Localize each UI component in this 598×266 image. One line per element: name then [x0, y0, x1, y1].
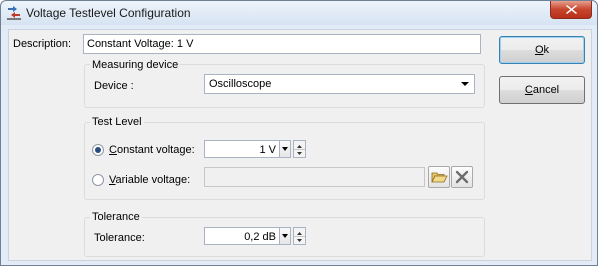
constant-voltage-input[interactable]: 1 V — [204, 140, 280, 158]
device-select-value: Oscilloscope — [209, 78, 272, 90]
radio-selected-dot — [95, 147, 101, 153]
constant-voltage-unit-dropdown[interactable] — [279, 140, 291, 158]
ok-button[interactable]: Ok — [499, 36, 585, 64]
folder-open-icon — [431, 172, 448, 183]
constant-voltage-label[interactable]: Constant voltage: — [109, 144, 195, 156]
tolerance-value: 0,2 dB — [244, 231, 276, 243]
voltage-testlevel-app-icon — [6, 5, 22, 21]
description-label: Description: — [13, 38, 72, 50]
constant-voltage-spinner[interactable] — [293, 140, 306, 158]
variable-voltage-input[interactable] — [204, 167, 425, 187]
tolerance-label: Tolerance: — [94, 232, 145, 244]
dialog-window: Voltage Testlevel Configuration Descript… — [0, 0, 598, 266]
variable-voltage-label[interactable]: Variable voltage: — [109, 174, 190, 186]
dialog-client-area: Description: Constant Voltage: 1 V Measu… — [8, 29, 592, 261]
device-label: Device : — [94, 80, 134, 92]
tolerance-unit-dropdown[interactable] — [279, 227, 291, 245]
variable-voltage-radio[interactable] — [92, 174, 104, 186]
device-select[interactable]: Oscilloscope — [204, 74, 475, 94]
constant-voltage-value: 1 V — [259, 144, 276, 156]
window-title: Voltage Testlevel Configuration — [26, 6, 191, 20]
spin-down-icon[interactable] — [294, 236, 305, 244]
tolerance-spinner[interactable] — [293, 227, 306, 245]
test-level-group-title: Test Level — [90, 116, 144, 128]
open-file-button[interactable] — [428, 166, 450, 188]
title-bar[interactable]: Voltage Testlevel Configuration — [1, 1, 597, 25]
delete-x-icon — [455, 170, 469, 184]
chevron-down-icon — [282, 147, 288, 151]
chevron-down-icon — [458, 77, 472, 91]
close-icon — [566, 5, 577, 14]
test-level-group — [84, 122, 485, 200]
clear-button[interactable] — [451, 166, 473, 188]
chevron-down-icon — [282, 234, 288, 238]
cancel-button[interactable]: Cancel — [499, 76, 585, 104]
close-button[interactable] — [550, 1, 592, 19]
measuring-device-group-title: Measuring device — [90, 59, 181, 71]
constant-voltage-radio[interactable] — [92, 144, 104, 156]
description-input[interactable]: Constant Voltage: 1 V — [83, 34, 481, 54]
tolerance-group-title: Tolerance — [90, 211, 142, 223]
tolerance-input[interactable]: 0,2 dB — [204, 227, 280, 245]
spin-down-icon[interactable] — [294, 149, 305, 157]
